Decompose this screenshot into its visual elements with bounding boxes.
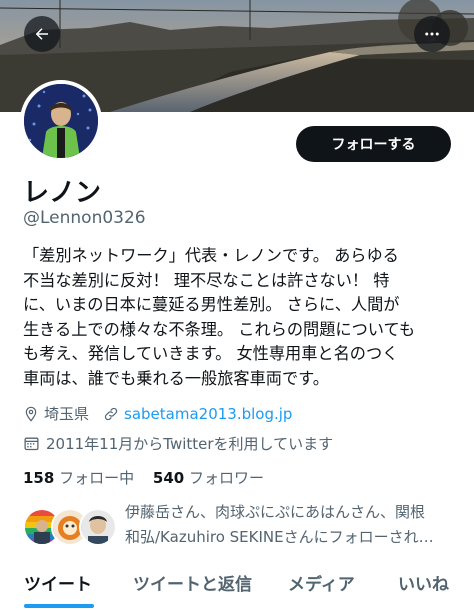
join-date-text: 2011年11月からTwitterを利用しています: [46, 435, 334, 453]
bio-line: 不当な差別に反対！ 理不尽なことは許さない！ 特: [23, 270, 390, 290]
tab-tweets[interactable]: ツイート: [24, 570, 92, 595]
follow-button[interactable]: フォローする: [296, 126, 451, 162]
join-date: 2011年11月からTwitterを利用しています: [23, 433, 333, 454]
back-button[interactable]: [24, 16, 60, 52]
followed-by-line: 伊藤岳さん、肉球ぷにぷにあはんさん、関根: [125, 503, 426, 521]
follow-counts: 158 フォロー中 540 フォロワー: [23, 467, 264, 488]
bio: 「差別ネットワーク」代表・レノンです。 あらゆる 不当な差別に反対！ 理不尽なこ…: [23, 244, 453, 391]
following-link[interactable]: 158 フォロー中: [23, 469, 153, 487]
calendar-icon: [24, 437, 39, 451]
tab-likes[interactable]: いいね: [398, 570, 449, 595]
bio-line: に、いまの日本に蔓延る男性差別。 さらに、人間が: [23, 295, 400, 314]
followers-you-know[interactable]: 伊藤岳さん、肉球ぷにぷにあはんさん、関根 和弘/Kazuhiro SEKINEさ…: [23, 500, 453, 556]
following-count: 158: [23, 469, 55, 487]
avatar-image: [24, 84, 98, 158]
avatar[interactable]: [20, 80, 102, 162]
tab-tweets-and-replies[interactable]: ツイートと返信: [133, 570, 252, 595]
follower-avatar: [79, 508, 117, 546]
followed-by-line: 和弘/Kazuhiro SEKINEさんにフォローされ…: [125, 528, 434, 546]
followers-label: フォロワー: [188, 469, 264, 487]
website-link[interactable]: sabetama2013.blog.jp: [124, 405, 292, 423]
profile-meta: 埼玉県 sabetama2013.blog.jp: [23, 403, 306, 424]
following-label: フォロー中: [59, 469, 135, 487]
location-pin-icon: [25, 406, 37, 422]
followers-link[interactable]: 540 フォロワー: [153, 469, 264, 487]
follower-avatars: [23, 508, 119, 546]
link-icon: [104, 407, 118, 420]
tab-media[interactable]: メディア: [288, 570, 355, 595]
more-horizontal-icon: [425, 32, 439, 36]
display-name: レノン: [23, 178, 102, 208]
bio-line: 「差別ネットワーク」代表・レノンです。 あらゆる: [23, 246, 399, 265]
followed-by-text: 伊藤岳さん、肉球ぷにぷにあはんさん、関根 和弘/Kazuhiro SEKINEさ…: [125, 500, 453, 550]
website[interactable]: sabetama2013.blog.jp: [103, 405, 292, 423]
location: 埼玉県: [23, 403, 89, 424]
followers-count: 540: [152, 469, 185, 487]
location-text: 埼玉県: [44, 405, 90, 423]
arrow-left-icon: [35, 28, 48, 40]
user-handle: @Lennon0326: [23, 208, 146, 228]
bio-line: 車両は、誰でも乗れる一般旅客車両です。: [23, 368, 329, 388]
bio-line: 生きる上での様々な不条理。 これらの問題についても: [23, 319, 416, 339]
more-button[interactable]: [414, 16, 450, 52]
bio-line: も考え、発信していきます。 女性専用車と名のつく: [23, 344, 399, 363]
active-tab-indicator: [24, 604, 94, 608]
profile-tabs: ツイート ツイートと返信 メディア いいね: [0, 566, 474, 610]
